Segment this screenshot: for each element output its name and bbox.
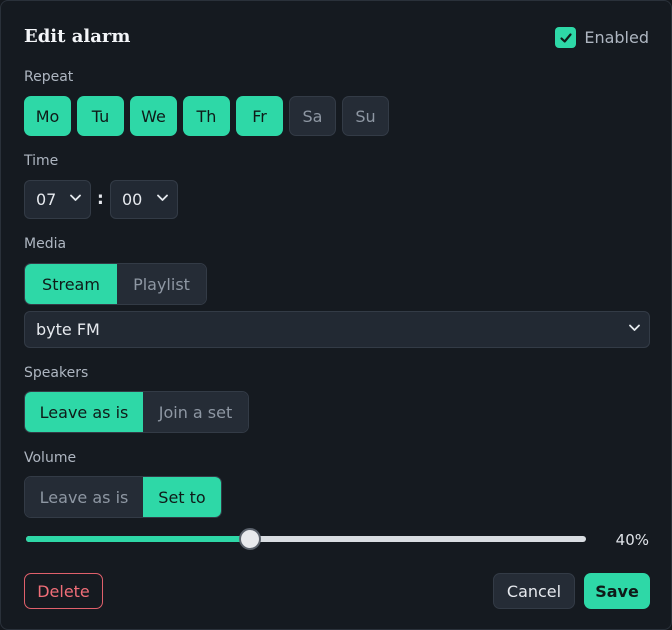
checkbox-checked-icon[interactable] [555,27,577,48]
media-label: Media [24,236,67,252]
delete-button[interactable]: Delete [24,573,103,609]
media-playlist-option[interactable]: Playlist [117,264,206,304]
chevron-down-icon [157,194,168,201]
enabled-toggle[interactable]: Enabled [555,27,649,48]
day-toggle-sa[interactable]: Sa [289,96,336,136]
media-stream-option[interactable]: Stream [25,264,117,304]
day-toggle-we[interactable]: We [130,96,177,136]
day-toggle-tu[interactable]: Tu [77,96,124,136]
time-label: Time [24,153,59,169]
enabled-label: Enabled [584,28,649,47]
dialog-title: Edit alarm [24,26,131,47]
station-select[interactable]: byte FM [24,311,650,348]
save-button[interactable]: Save [584,573,650,609]
volume-label: Volume [24,450,77,466]
chevron-down-icon [629,324,640,331]
day-toggle-su[interactable]: Su [342,96,389,136]
day-toggle-fr[interactable]: Fr [236,96,283,136]
station-value: byte FM [36,320,100,339]
volume-set-option[interactable]: Set to [143,477,221,517]
cancel-button[interactable]: Cancel [493,573,575,609]
volume-leave-option[interactable]: Leave as is [25,477,143,517]
minute-value: 00 [122,190,143,209]
volume-value: 40% [615,531,649,549]
hour-value: 07 [36,190,57,209]
day-toggle-th[interactable]: Th [183,96,230,136]
repeat-days: Mo Tu We Th Fr Sa Su [24,96,389,136]
chevron-down-icon [70,194,81,201]
volume-mode-segmented: Leave as is Set to [24,476,222,518]
repeat-label: Repeat [24,69,74,85]
speakers-leave-option[interactable]: Leave as is [25,392,143,432]
hour-select[interactable]: 07 [24,180,91,219]
time-separator: : [97,189,104,209]
slider-fill [26,536,250,542]
day-toggle-mo[interactable]: Mo [24,96,71,136]
minute-select[interactable]: 00 [110,180,178,219]
edit-alarm-dialog: Edit alarm Enabled Repeat Mo Tu We Th Fr… [0,0,672,630]
speakers-segmented: Leave as is Join a set [24,391,249,433]
slider-thumb[interactable] [239,528,261,550]
volume-slider[interactable] [26,528,586,550]
media-type-segmented: Stream Playlist [24,263,207,305]
speakers-label: Speakers [24,365,89,381]
speakers-join-option[interactable]: Join a set [143,392,248,432]
